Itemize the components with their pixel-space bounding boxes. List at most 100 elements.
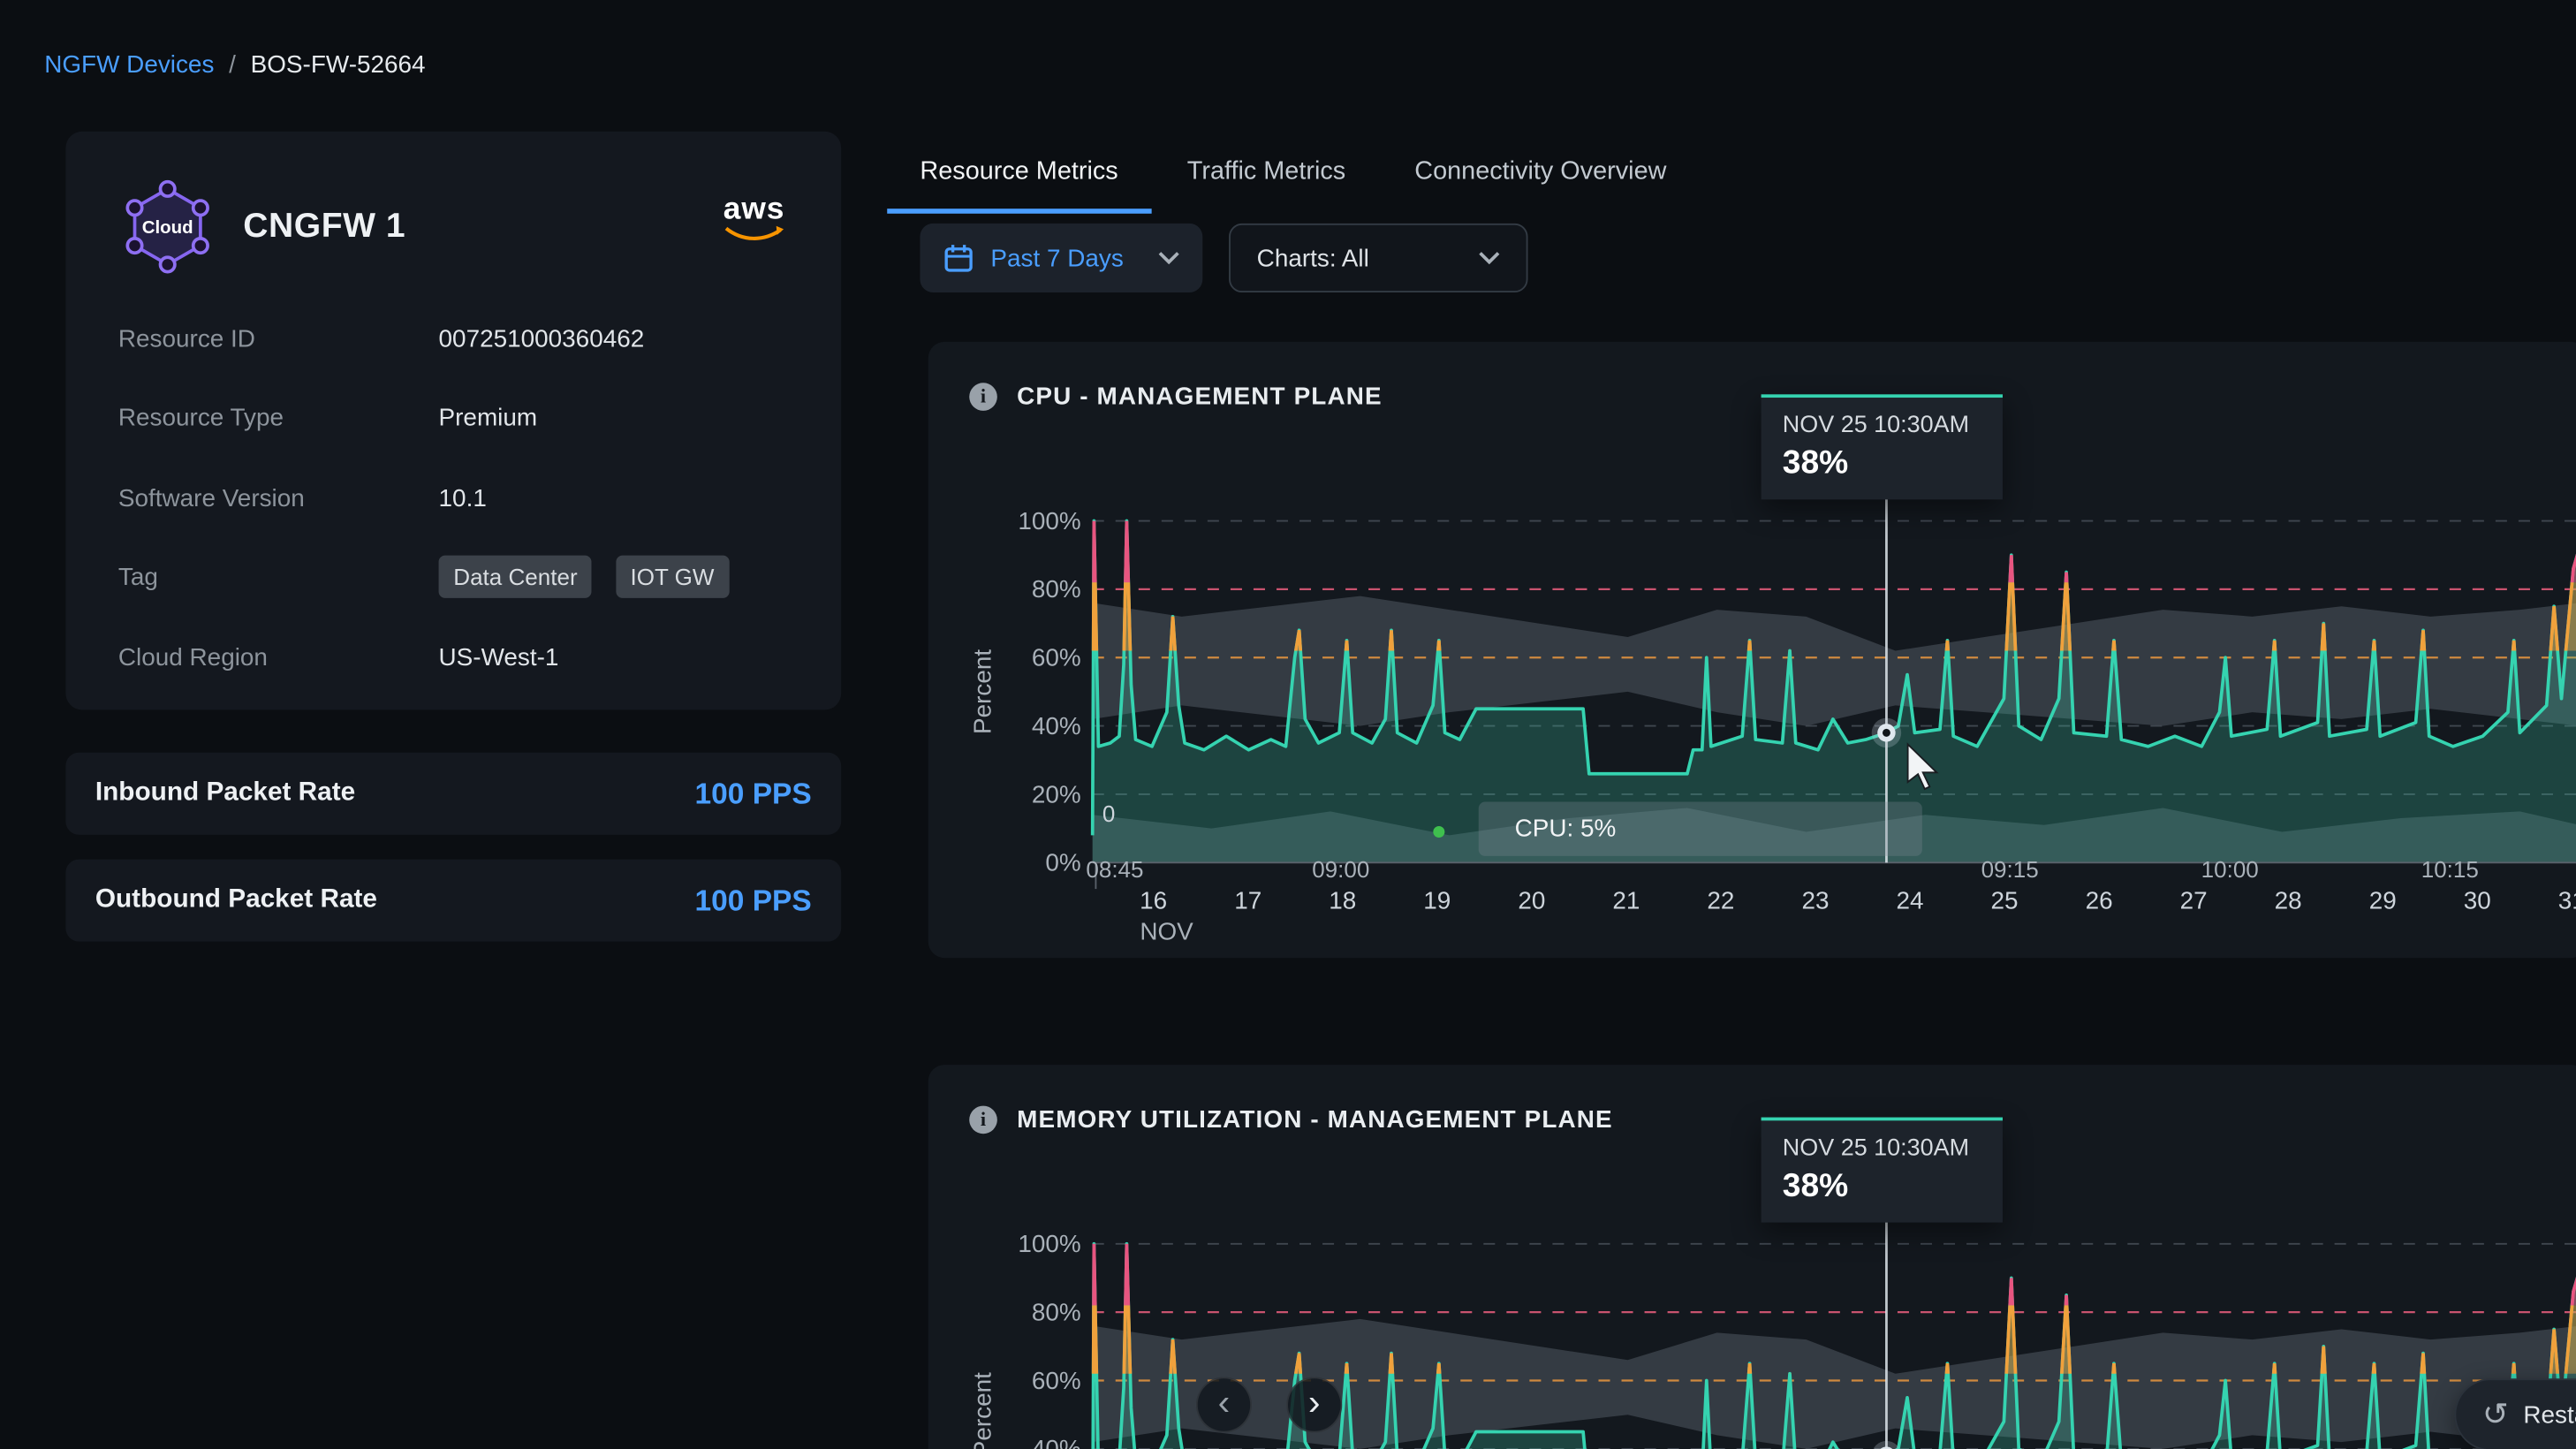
- svg-text:10:15: 10:15: [2421, 856, 2479, 883]
- svg-text:100%: 100%: [1018, 507, 1080, 535]
- aws-smile-icon: [723, 225, 785, 243]
- app-root: NGFW Devices / BOS-FW-52664 Cloud CNGFW …: [0, 0, 2576, 1449]
- field-row-resource-type: Resource Type Premium: [118, 379, 789, 459]
- tab-connectivity-overview[interactable]: Connectivity Overview: [1382, 138, 1700, 214]
- tooltip-value: 38%: [1783, 1168, 1981, 1206]
- stat-label: Inbound Packet Rate: [95, 778, 355, 808]
- memory-chart[interactable]: 0%20%40%60%80%100%Percent008:4509:0009:1…: [928, 1170, 2576, 1449]
- field-label: Tag: [118, 564, 439, 592]
- tooltip-value: 38%: [1783, 445, 1981, 483]
- tooltip-timestamp: NOV 25 10:30AM: [1783, 1135, 1981, 1162]
- info-icon[interactable]: i: [969, 1106, 997, 1134]
- y-axis-label: Percent: [968, 649, 996, 734]
- chart-title: CPU - MANAGEMENT PLANE: [1017, 383, 1383, 411]
- svg-text:28: 28: [2275, 886, 2302, 914]
- tab-traffic-metrics[interactable]: Traffic Metrics: [1155, 138, 1379, 214]
- svg-text:22: 22: [1707, 886, 1734, 914]
- aws-logo: aws: [723, 193, 785, 243]
- info-icon[interactable]: i: [969, 383, 997, 411]
- field-row-tag: Tag Data Center IOT GW: [118, 538, 789, 618]
- svg-text:60%: 60%: [1032, 1367, 1081, 1394]
- aws-logo-text: aws: [724, 193, 785, 224]
- svg-text:23: 23: [1801, 886, 1829, 914]
- svg-text:19: 19: [1423, 886, 1451, 914]
- svg-text:18: 18: [1329, 886, 1356, 914]
- chart-pager-next-button[interactable]: ›: [1286, 1377, 1342, 1432]
- time-range-dropdown[interactable]: Past 7 Days: [920, 224, 1202, 292]
- stat-value: 100 PPS: [695, 884, 812, 918]
- svg-text:29: 29: [2369, 886, 2397, 914]
- field-label: Resource ID: [118, 325, 439, 353]
- tag-badge-data-center: Data Center: [439, 556, 593, 598]
- field-label: Resource Type: [118, 405, 439, 433]
- metrics-tab-bar: Resource Metrics Traffic Metrics Connect…: [887, 138, 1702, 214]
- svg-text:30: 30: [2464, 886, 2491, 914]
- chart-tooltip: NOV 25 10:30AM 38%: [1762, 1118, 2003, 1223]
- chevron-down-icon: [1479, 252, 1500, 265]
- svg-text:10:00: 10:00: [2201, 856, 2259, 883]
- field-value: Premium: [439, 405, 538, 433]
- calendar-icon: [943, 242, 974, 273]
- y-axis-label: Percent: [968, 1372, 996, 1449]
- stat-value: 100 PPS: [695, 777, 812, 811]
- restart-button[interactable]: ↺ Restart: [2454, 1378, 2576, 1449]
- svg-text:09:00: 09:00: [1312, 856, 1369, 883]
- tag-badge-iot-gw: IOT GW: [616, 556, 729, 598]
- month-label: NOV: [1140, 918, 1193, 945]
- device-name: CNGFW 1: [243, 207, 405, 247]
- svg-text:21: 21: [1612, 886, 1640, 914]
- restore-icon: ↺: [2482, 1400, 2509, 1430]
- panel-header: i CPU - MANAGEMENT PLANE: [969, 383, 1382, 411]
- svg-text:100%: 100%: [1018, 1230, 1080, 1257]
- field-label: Software Version: [118, 484, 439, 512]
- svg-text:80%: 80%: [1032, 575, 1081, 603]
- field-row-resource-id: Resource ID 007251000360462: [118, 299, 789, 378]
- field-row-software-version: Software Version 10.1: [118, 459, 789, 538]
- breadcrumb: NGFW Devices / BOS-FW-52664: [44, 51, 425, 80]
- breadcrumb-link-ngfw-devices[interactable]: NGFW Devices: [44, 51, 214, 80]
- outbound-packet-rate-card: Outbound Packet Rate 100 PPS: [65, 860, 841, 942]
- chart-filters: Past 7 Days Charts: All: [920, 224, 1527, 292]
- svg-text:20%: 20%: [1032, 780, 1081, 808]
- tag-badges: Data Center IOT GW: [439, 564, 746, 592]
- svg-text:Cloud: Cloud: [142, 217, 193, 238]
- field-label: Cloud Region: [118, 644, 439, 672]
- svg-text:60%: 60%: [1032, 644, 1081, 671]
- cpu-hover-readout: CPU: 5%: [1479, 802, 1922, 856]
- chart-pager-prev-button[interactable]: ‹: [1196, 1377, 1252, 1432]
- svg-text:24: 24: [1897, 886, 1924, 914]
- svg-text:0%: 0%: [1045, 849, 1080, 876]
- envelope-band: [1093, 596, 2576, 726]
- device-header: Cloud CNGFW 1 aws: [118, 178, 789, 277]
- chevron-down-icon: [1158, 252, 1179, 265]
- field-value: 10.1: [439, 484, 487, 512]
- svg-text:20: 20: [1518, 886, 1545, 914]
- restart-label: Restart: [2523, 1400, 2576, 1429]
- stat-label: Outbound Packet Rate: [95, 885, 377, 914]
- svg-text:16: 16: [1140, 886, 1167, 914]
- svg-text:27: 27: [2180, 886, 2208, 914]
- svg-text:31: 31: [2558, 886, 2576, 914]
- svg-text:40%: 40%: [1032, 1435, 1081, 1449]
- panel-header: i MEMORY UTILIZATION - MANAGEMENT PLANE: [969, 1106, 1613, 1134]
- field-row-cloud-region: Cloud Region US-West-1: [118, 618, 789, 697]
- cpu-chart[interactable]: 0%20%40%60%80%100%Percent008:4509:0009:1…: [928, 447, 2576, 950]
- svg-text:80%: 80%: [1032, 1298, 1081, 1325]
- event-marker: [1433, 826, 1444, 838]
- inbound-packet-rate-card: Inbound Packet Rate 100 PPS: [65, 753, 841, 835]
- field-value: 007251000360462: [439, 325, 645, 353]
- svg-text:09:15: 09:15: [1981, 856, 2039, 883]
- tab-resource-metrics[interactable]: Resource Metrics: [887, 138, 1151, 214]
- device-summary-card: Cloud CNGFW 1 aws Resource ID 0072510003…: [65, 132, 841, 710]
- chart-title: MEMORY UTILIZATION - MANAGEMENT PLANE: [1017, 1106, 1613, 1134]
- cpu-management-plane-panel: i CPU - MANAGEMENT PLANE NOV 25 10:30AM …: [928, 342, 2576, 958]
- svg-text:17: 17: [1234, 886, 1261, 914]
- charts-filter-dropdown[interactable]: Charts: All: [1229, 224, 1527, 292]
- tooltip-timestamp: NOV 25 10:30AM: [1783, 413, 1981, 439]
- charts-filter-value: Charts: All: [1257, 244, 1479, 272]
- svg-text:08:45: 08:45: [1086, 856, 1143, 883]
- svg-text:40%: 40%: [1032, 712, 1081, 740]
- breadcrumb-separator: /: [229, 51, 236, 80]
- svg-text:25: 25: [1991, 886, 2019, 914]
- memory-utilization-panel: i MEMORY UTILIZATION - MANAGEMENT PLANE …: [928, 1065, 2576, 1449]
